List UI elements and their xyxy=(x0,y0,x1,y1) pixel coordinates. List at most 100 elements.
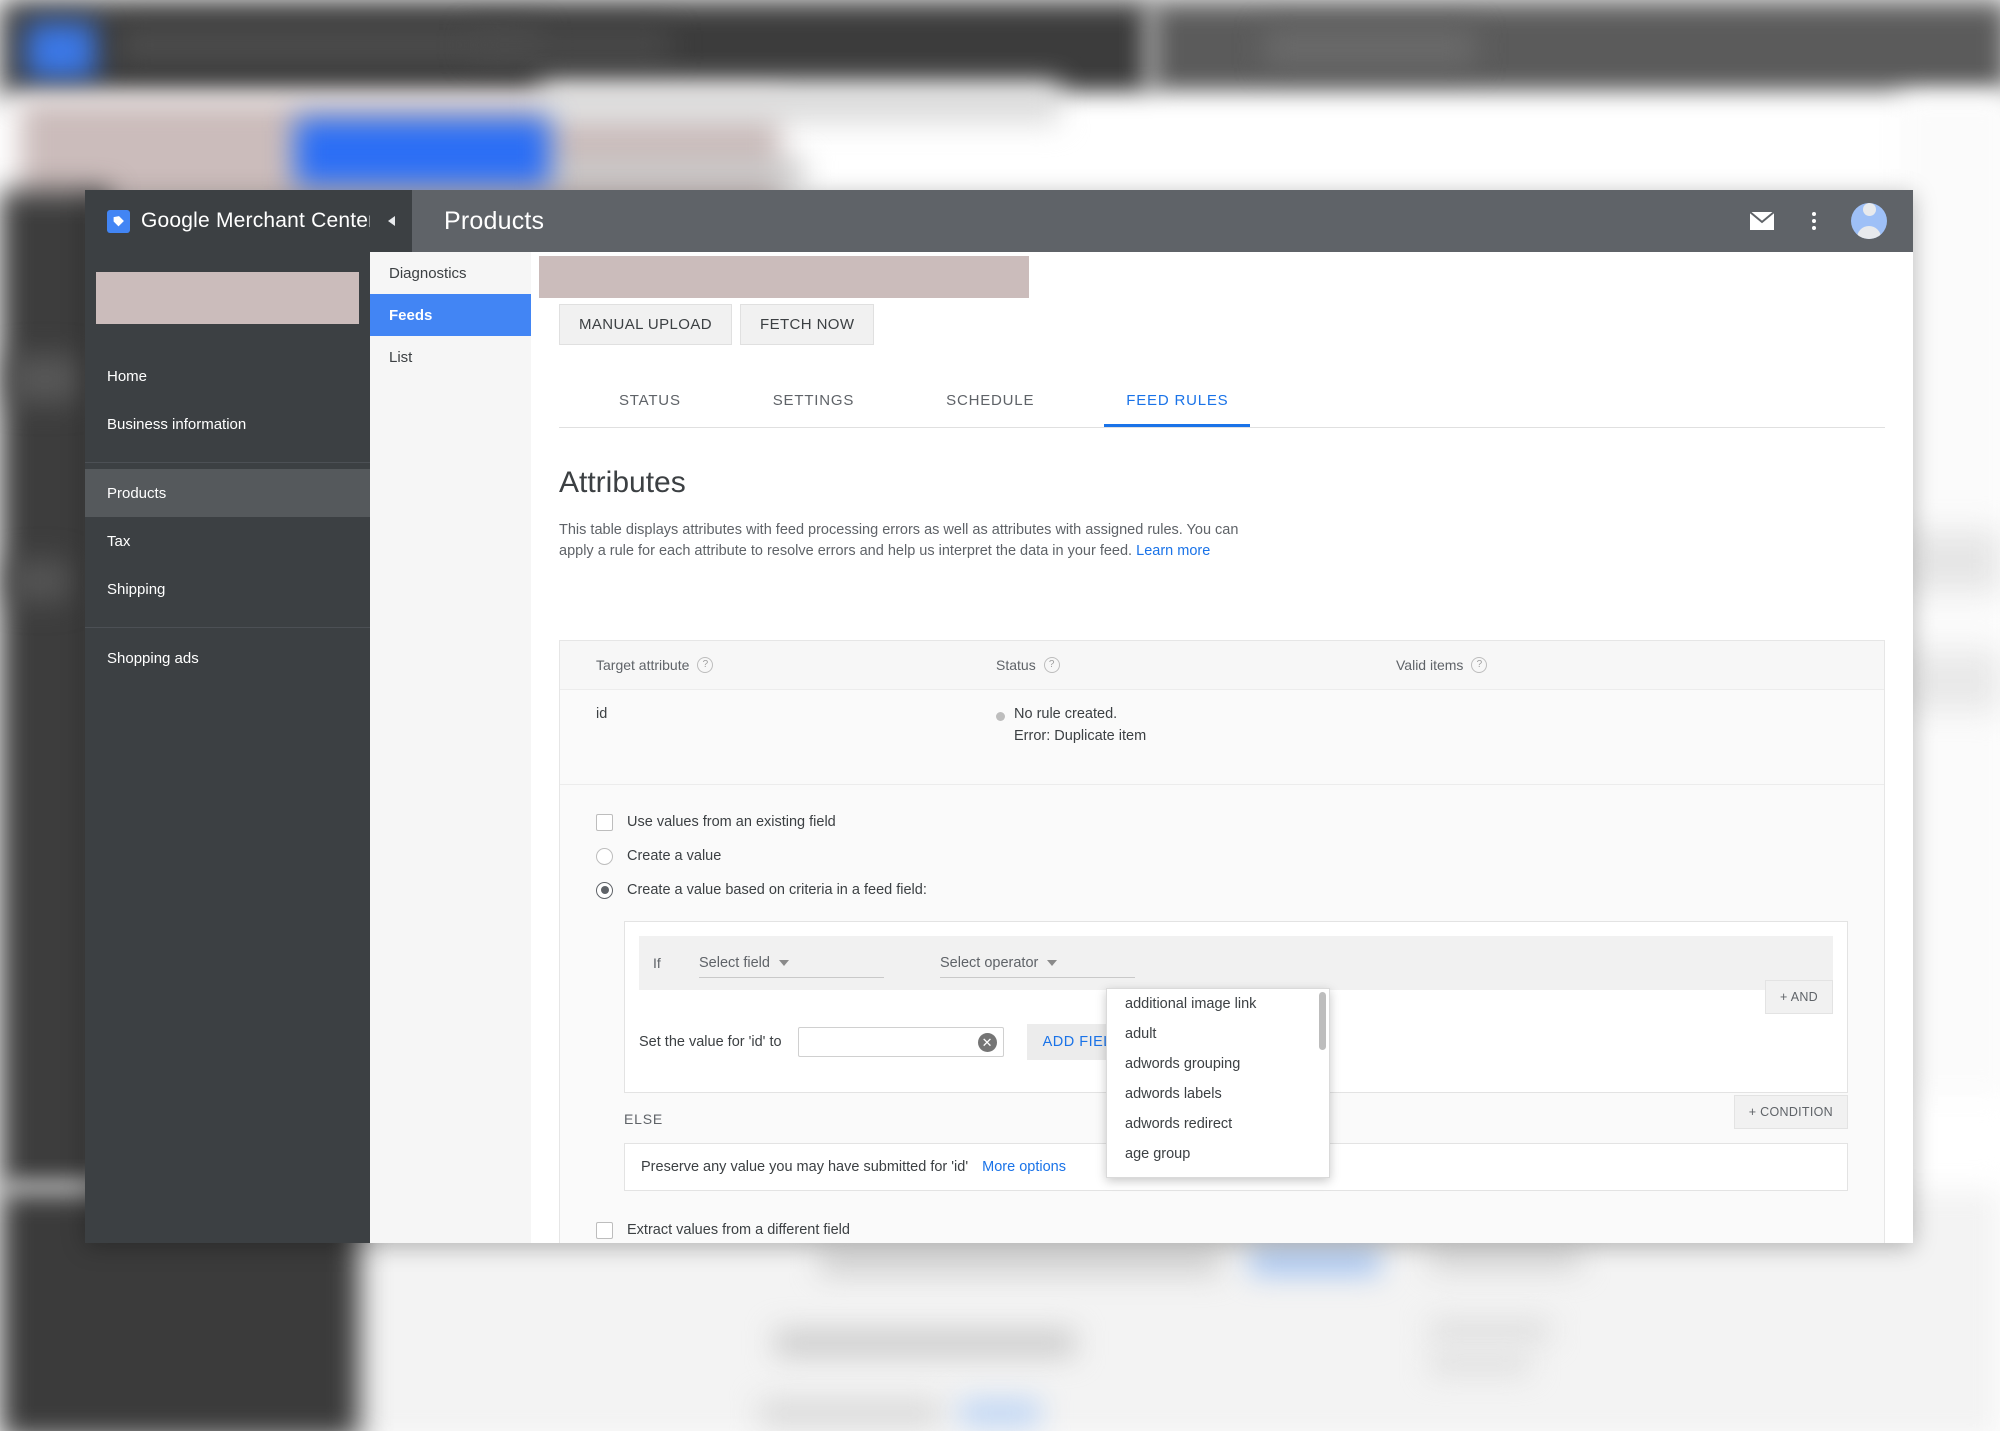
sidebar-item-products[interactable]: Products xyxy=(85,469,370,517)
bg-bottom-text-2 xyxy=(775,1330,1075,1356)
tab-settings[interactable]: SETTINGS xyxy=(741,374,886,427)
help-icon[interactable]: ? xyxy=(697,657,714,673)
mail-icon[interactable] xyxy=(1747,206,1777,236)
dropdown-scrollbar[interactable] xyxy=(1319,992,1326,1050)
bg-right-panel xyxy=(1900,96,2000,1096)
cell-target-attribute: id xyxy=(596,706,608,722)
radio-icon[interactable] xyxy=(596,813,613,831)
option-create-a-value[interactable]: Create a value xyxy=(560,839,1884,873)
clear-icon[interactable]: ✕ xyxy=(977,1032,997,1052)
preserve-value-text: Preserve any value you may have submitte… xyxy=(641,1159,969,1175)
brand-title: Google Merchant Center xyxy=(141,209,375,233)
add-condition-button[interactable]: + CONDITION xyxy=(1733,1095,1848,1129)
select-operator-label: Select operator xyxy=(940,954,1039,971)
sidebar-item-label: Shopping ads xyxy=(107,649,199,667)
chevron-down-icon xyxy=(1047,959,1058,966)
bg-gray-chip-1 xyxy=(540,82,1060,124)
subnav-item-list[interactable]: List xyxy=(370,336,531,378)
subnav-item-label: Feeds xyxy=(389,306,433,324)
status-dot-icon xyxy=(996,712,1005,721)
option-label: Use values from an existing field xyxy=(627,814,836,830)
sidebar-item-label: Products xyxy=(107,484,167,502)
sidebar-item-tax[interactable]: Tax xyxy=(85,517,370,565)
bg-topbar-text-2 xyxy=(470,30,670,60)
bg-left-chip-1 xyxy=(10,355,80,403)
sidebar-account-chip[interactable] xyxy=(96,272,359,324)
subnav-item-diagnostics[interactable]: Diagnostics xyxy=(370,252,531,294)
select-field-label: Select field xyxy=(699,954,770,971)
attributes-header: Attributes This table displays attribute… xyxy=(559,466,1249,562)
sidebar-item-label: Tax xyxy=(107,532,131,550)
tab-status[interactable]: STATUS xyxy=(587,374,713,427)
radio-icon[interactable] xyxy=(596,1221,613,1239)
help-icon[interactable]: ? xyxy=(1043,657,1060,673)
column-label: Status xyxy=(996,657,1036,673)
app-header: Google Merchant Center Products xyxy=(85,190,1913,252)
bg-left-chip-2 xyxy=(10,560,70,602)
brand-product: Merchant Center xyxy=(209,209,376,232)
tab-feed-rules[interactable]: FEED RULES xyxy=(1094,374,1260,427)
subnav-item-label: List xyxy=(389,348,413,366)
help-icon[interactable]: ? xyxy=(1471,657,1488,673)
bg-bottom-text-1c xyxy=(1430,1248,1580,1270)
option-extract-values[interactable]: Extract values from a different field xyxy=(560,1213,1884,1243)
merchant-center-logo-icon xyxy=(107,209,130,233)
sidebar-item-home[interactable]: Home xyxy=(85,352,370,400)
attributes-title: Attributes xyxy=(559,466,686,499)
manual-upload-button[interactable]: MANUAL UPLOAD xyxy=(559,304,733,345)
table-row[interactable]: id No rule created. Error: Duplicate ite… xyxy=(560,690,1884,785)
sidebar-item-shopping-ads[interactable]: Shopping ads xyxy=(85,634,370,682)
column-label: Valid items xyxy=(1396,657,1464,673)
merchant-center-window: Google Merchant Center Products Home Bus… xyxy=(85,190,1913,1243)
learn-more-link[interactable]: Learn more xyxy=(1136,543,1210,559)
dropdown-item[interactable]: adwords grouping xyxy=(1107,1049,1329,1079)
fetch-now-button[interactable]: FETCH NOW xyxy=(740,304,875,345)
tab-schedule[interactable]: SCHEDULE xyxy=(914,374,1066,427)
bg-right-chip-2 xyxy=(1905,650,2000,712)
tab-label: SCHEDULE xyxy=(946,392,1035,409)
option-label: Extract values from a different field xyxy=(627,1222,850,1238)
option-create-value-criteria[interactable]: Create a value based on criteria in a fe… xyxy=(560,873,1884,907)
bg-bottom-text-1b xyxy=(1250,1250,1380,1274)
more-options-link[interactable]: More options xyxy=(982,1159,1066,1175)
page-title: Products xyxy=(444,206,545,235)
bg-bottom-text-3 xyxy=(760,1400,940,1426)
cell-status: No rule created. Error: Duplicate item xyxy=(996,706,1496,784)
tab-label: SETTINGS xyxy=(772,392,855,409)
dropdown-item[interactable]: additional image link xyxy=(1107,989,1329,1019)
else-label: ELSE xyxy=(624,1111,663,1127)
sidebar-item-business-information[interactable]: Business information xyxy=(85,400,370,448)
add-field-dropdown-menu[interactable]: additional image link adult adwords grou… xyxy=(1106,988,1330,1178)
sidebar-group-3: Shopping ads xyxy=(85,628,370,696)
select-operator-dropdown[interactable]: Select operator xyxy=(940,949,1135,978)
sidebar-item-label: Home xyxy=(107,367,148,385)
bg-bottom-text-2c xyxy=(1430,1355,1530,1373)
radio-icon[interactable] xyxy=(596,847,613,865)
brand-google: Google xyxy=(141,209,210,232)
sidebar-item-shipping[interactable]: Shipping xyxy=(85,565,370,613)
avatar-figure-icon xyxy=(1851,203,1887,239)
brand-block[interactable]: Google Merchant Center xyxy=(85,190,375,252)
set-value-input[interactable] xyxy=(797,1027,1004,1057)
dropdown-item[interactable]: adult xyxy=(1107,1019,1329,1049)
avatar[interactable] xyxy=(1851,203,1887,239)
dropdown-item[interactable]: adwords redirect xyxy=(1107,1109,1329,1139)
screenshot-root: Google Merchant Center Products Home Bus… xyxy=(0,0,2000,1431)
header-actions xyxy=(1747,203,1913,239)
sidebar-item-label: Business information xyxy=(107,415,247,433)
attributes-description: This table displays attributes with feed… xyxy=(559,520,1249,562)
if-label: If xyxy=(653,955,661,971)
status-main-text: No rule created. xyxy=(1014,706,1118,722)
radio-icon-selected[interactable] xyxy=(596,881,613,899)
more-vert-icon[interactable] xyxy=(1799,206,1829,236)
collapse-nav-button[interactable] xyxy=(370,190,412,252)
condition-row: If Select field Select operator xyxy=(639,936,1833,990)
option-use-existing-field[interactable]: Use values from an existing field xyxy=(560,805,1884,839)
table-header-row: Target attribute ? Status ? Valid items … xyxy=(560,641,1884,690)
dropdown-item[interactable]: adwords labels xyxy=(1107,1079,1329,1109)
subnav-item-feeds[interactable]: Feeds xyxy=(370,294,531,336)
bg-bottom-text-2b xyxy=(1430,1320,1550,1340)
column-label: Target attribute xyxy=(596,657,690,673)
chevron-down-icon xyxy=(778,959,789,966)
select-field-dropdown[interactable]: Select field xyxy=(699,949,884,978)
